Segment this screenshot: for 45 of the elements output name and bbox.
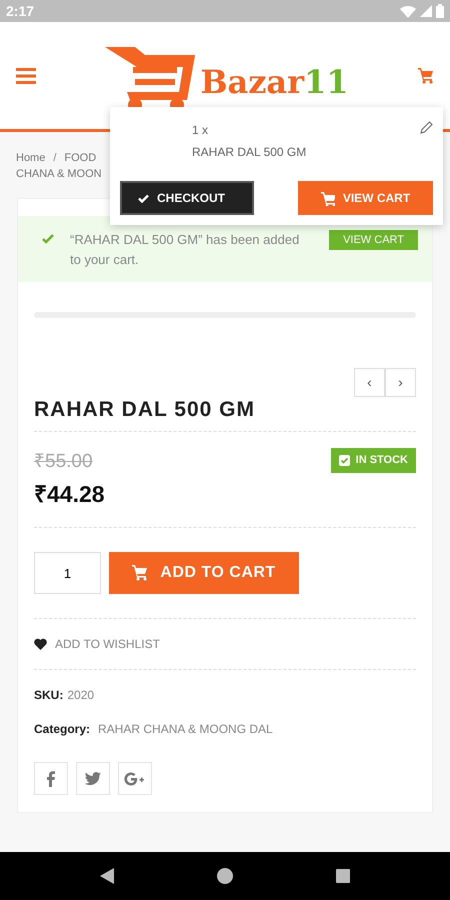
google-plus-icon	[124, 772, 146, 786]
product-title: RAHAR DAL 500 GM	[34, 397, 256, 423]
status-time: 2:17	[6, 2, 34, 20]
menu-icon[interactable]	[16, 68, 36, 84]
checkout-button[interactable]: CHECKOUT	[120, 181, 254, 215]
heart-icon	[34, 638, 47, 650]
home-icon[interactable]	[216, 868, 233, 884]
next-button[interactable]: ›	[385, 368, 416, 397]
price: ₹44.28	[34, 480, 105, 508]
bird-icon	[85, 772, 101, 785]
cart-icon[interactable]	[418, 67, 434, 84]
breadcrumb-link[interactable]: FOOD	[64, 150, 96, 166]
wishlist-link[interactable]: ADD TO WISHLIST	[55, 635, 160, 653]
quantity-field[interactable]: 1	[34, 552, 101, 594]
back-icon[interactable]	[100, 868, 114, 884]
notice-message: “RAHAR DAL 500 GM” has been added to your cart.	[70, 231, 300, 269]
old-price: ₹55.00	[34, 450, 94, 474]
check-icon	[42, 234, 54, 244]
logo-number: 11	[304, 63, 349, 101]
sku-value: 2020	[67, 687, 94, 704]
cart-icon	[320, 190, 335, 206]
check-icon	[138, 194, 149, 202]
breadcrumb-separator: /	[53, 151, 56, 166]
checkbox-icon	[338, 454, 350, 466]
sku-label: SKU:	[34, 687, 64, 704]
view-cart-button[interactable]: VIEW CART	[298, 181, 433, 215]
view-cart-button[interactable]: VIEW CART	[329, 230, 418, 250]
share-button[interactable]	[34, 762, 68, 795]
add-to-cart-button[interactable]: ADD TO CART	[109, 552, 299, 594]
stock-badge: IN STOCK	[330, 448, 416, 472]
edit-icon[interactable]	[420, 121, 433, 134]
logo-text: Bazar	[200, 63, 304, 101]
breadcrumb-link[interactable]: Home	[16, 150, 46, 166]
share-button[interactable]	[118, 762, 152, 795]
previous-button[interactable]: ‹	[354, 368, 385, 397]
share-button[interactable]	[76, 762, 110, 795]
cart-item-quantity: 1 x	[192, 122, 210, 139]
recents-icon[interactable]	[336, 869, 350, 883]
category-link[interactable]: RAHAR CHANA & MOONG DAL	[98, 720, 273, 738]
battery-icon	[436, 4, 444, 18]
cart-item-name: RAHAR DAL 500 GM	[192, 144, 306, 161]
category-label: Category:	[34, 721, 90, 738]
facebook-icon	[47, 770, 55, 786]
signal-icon	[420, 5, 432, 17]
wifi-icon	[400, 4, 416, 18]
